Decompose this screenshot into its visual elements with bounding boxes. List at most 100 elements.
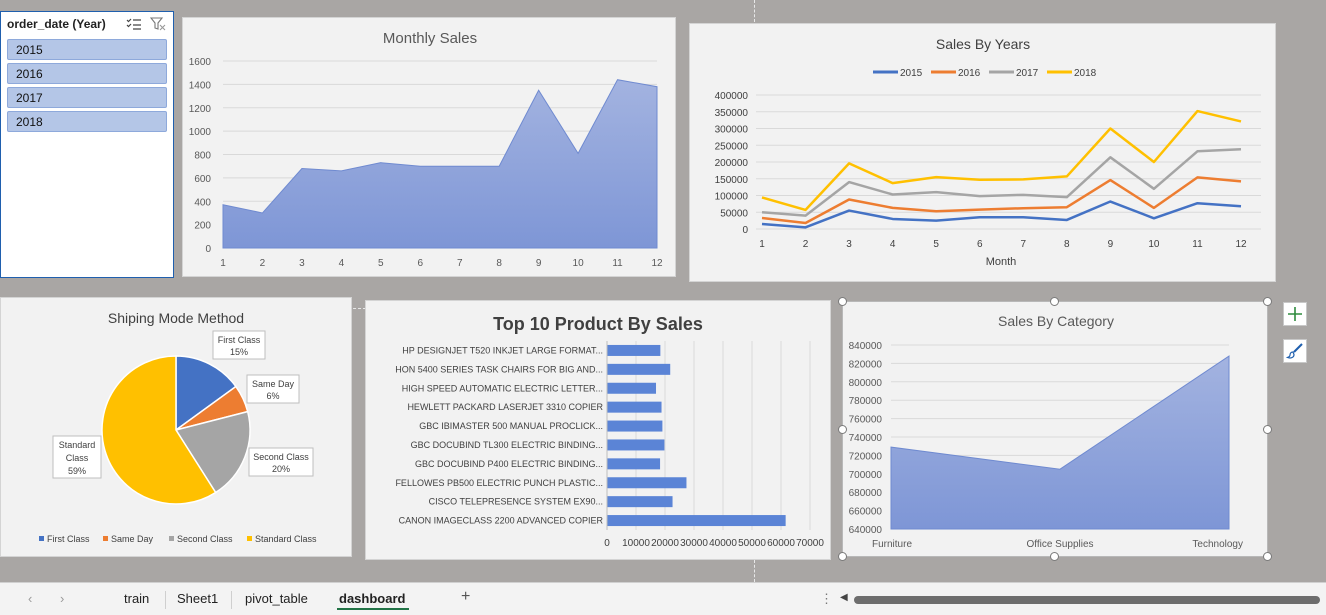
next-sheet-button[interactable]: ›: [60, 591, 64, 606]
sales-by-category-chart[interactable]: Sales By Category 640000 660000 680000 70000…: [842, 301, 1268, 557]
bar: [607, 382, 657, 394]
area-series-monthly-sales: [222, 79, 658, 249]
monthly-sales-chart[interactable]: Monthly Sales 0 200 400 600 800 1000 1200 1400 16…: [182, 17, 676, 277]
category-label: HP DESIGNJET T520 INKJET LARGE FORMAT...: [402, 345, 603, 355]
slicer-item-2016[interactable]: 2016: [7, 63, 167, 84]
y-tick-label: 300000: [715, 125, 749, 136]
y-tick-label: 800: [194, 151, 211, 162]
slicer-item-2015[interactable]: 2015: [7, 39, 167, 60]
multi-select-icon[interactable]: [125, 15, 143, 33]
y-tick-label: 1200: [189, 104, 212, 115]
category-label: HEWLETT PACKARD LASERJET 3310 COPIER: [407, 402, 603, 412]
tab-train[interactable]: train: [124, 591, 149, 606]
y-tick-label: 200000: [715, 158, 749, 169]
top10-products-chart[interactable]: Top 10 Product By Sales 0 10000 20000 30000 4…: [365, 300, 831, 560]
x-tick-label: 12: [651, 258, 663, 269]
y-tick-label: 400: [194, 197, 211, 208]
y-tick-label: 200: [194, 221, 211, 232]
x-tick-label: 8: [1064, 239, 1070, 250]
data-label-name: Second Class: [253, 452, 309, 462]
data-label-value: 6%: [266, 391, 279, 401]
page-break-vertical-top: [754, 0, 755, 22]
x-tick-label: 4: [890, 239, 896, 250]
legend-label: First Class: [47, 534, 90, 544]
y-tick-label: 250000: [715, 141, 749, 152]
resize-handle-left[interactable]: [838, 425, 847, 434]
x-tick-label: 3: [846, 239, 852, 250]
sales-by-years-chart[interactable]: Sales By Years 2015 2016 2017 2018 0 50000 1000…: [689, 23, 1276, 282]
slicer-header: order_date (Year): [1, 12, 173, 36]
x-tick-label: 11: [1192, 239, 1203, 250]
data-label-name: Class: [66, 453, 89, 463]
slicer-item-list: 2015 2016 2017 2018: [1, 39, 173, 132]
slicer-item-2018[interactable]: 2018: [7, 111, 167, 132]
category-label: GBC DOCUBIND TL300 ELECTRIC BINDING...: [411, 440, 603, 450]
y-tick-label: 760000: [849, 415, 883, 426]
shipping-mode-chart[interactable]: Shiping Mode Method First Class 15% Same Da…: [0, 297, 352, 557]
y-tick-label: 400000: [715, 91, 749, 102]
resize-handle-right[interactable]: [1263, 425, 1272, 434]
resize-handle-bottom-right[interactable]: [1263, 552, 1272, 561]
tab-pivot-table[interactable]: pivot_table: [245, 591, 308, 606]
y-tick-label: 150000: [715, 175, 749, 186]
legend-label: Same Day: [111, 534, 154, 544]
x-tick-label: 0: [604, 538, 610, 549]
x-tick-label: Furniture: [872, 539, 912, 550]
x-tick-label: 1: [759, 239, 765, 250]
x-tick-label: 8: [496, 258, 502, 269]
line-series-2017: [761, 148, 1242, 217]
more-options-icon[interactable]: ⋮: [820, 591, 833, 607]
add-sheet-button[interactable]: +: [461, 588, 470, 606]
legend-label: 2015: [900, 68, 923, 79]
y-tick-label: 0: [742, 225, 748, 236]
slicer-title: order_date (Year): [7, 17, 106, 31]
shipping-mode-plot: Shiping Mode Method First Class 15% Same Da…: [39, 310, 317, 544]
scroll-left-icon[interactable]: ◀: [840, 592, 848, 603]
x-tick-label: 2: [260, 258, 266, 269]
clear-filter-icon[interactable]: [149, 15, 167, 33]
x-tick-label: 2: [803, 239, 809, 250]
y-tick-label: 780000: [849, 396, 883, 407]
bar: [607, 420, 663, 432]
resize-handle-top[interactable]: [1050, 297, 1059, 306]
y-tick-label: 720000: [849, 451, 883, 462]
y-tick-label: 1400: [189, 80, 212, 91]
category-label: HON 5400 SERIES TASK CHAIRS FOR BIG AND.…: [395, 364, 603, 374]
y-tick-label: 0: [205, 244, 211, 255]
legend-swatch: [247, 536, 252, 541]
tab-dashboard[interactable]: dashboard: [339, 591, 405, 606]
bar: [607, 439, 665, 451]
chart-title: Sales By Years: [936, 36, 1030, 52]
paintbrush-icon: [1286, 343, 1303, 359]
y-tick-label: 640000: [849, 525, 883, 536]
legend-swatch: [39, 536, 44, 541]
data-label-value: 20%: [272, 464, 290, 474]
slicer-item-2017[interactable]: 2017: [7, 87, 167, 108]
x-tick-label: 6: [417, 258, 423, 269]
chart-styles-button[interactable]: [1283, 339, 1307, 363]
category-label: GBC DOCUBIND P400 ELECTRIC BINDING...: [415, 459, 603, 469]
chart-title: Monthly Sales: [383, 30, 477, 47]
category-label: CANON IMAGECLASS 2200 ADVANCED COPIER: [399, 516, 604, 526]
prev-sheet-button[interactable]: ‹: [28, 591, 32, 606]
x-tick-label: 3: [299, 258, 305, 269]
bar: [607, 344, 661, 356]
tab-divider: [231, 591, 232, 609]
horizontal-scrollbar[interactable]: ◀: [840, 591, 1326, 609]
tab-sheet1[interactable]: Sheet1: [177, 591, 218, 606]
y-tick-label: 680000: [849, 488, 883, 499]
x-tick-label: 7: [1020, 239, 1026, 250]
resize-handle-bottom[interactable]: [1050, 552, 1059, 561]
resize-handle-bottom-left[interactable]: [838, 552, 847, 561]
year-slicer[interactable]: order_date (Year) 2015 2016 2017 2018: [0, 11, 174, 278]
x-tick-label: Technology: [1192, 539, 1243, 550]
resize-handle-top-left[interactable]: [838, 297, 847, 306]
data-label-value: 15%: [230, 347, 248, 357]
x-tick-label: 20000: [651, 538, 679, 549]
chart-elements-button[interactable]: [1283, 302, 1307, 326]
chart-title: Sales By Category: [998, 313, 1114, 329]
resize-handle-top-right[interactable]: [1263, 297, 1272, 306]
x-tick-label: 1: [220, 258, 226, 269]
scrollbar-thumb[interactable]: [854, 596, 1320, 604]
y-tick-label: 840000: [849, 341, 883, 352]
